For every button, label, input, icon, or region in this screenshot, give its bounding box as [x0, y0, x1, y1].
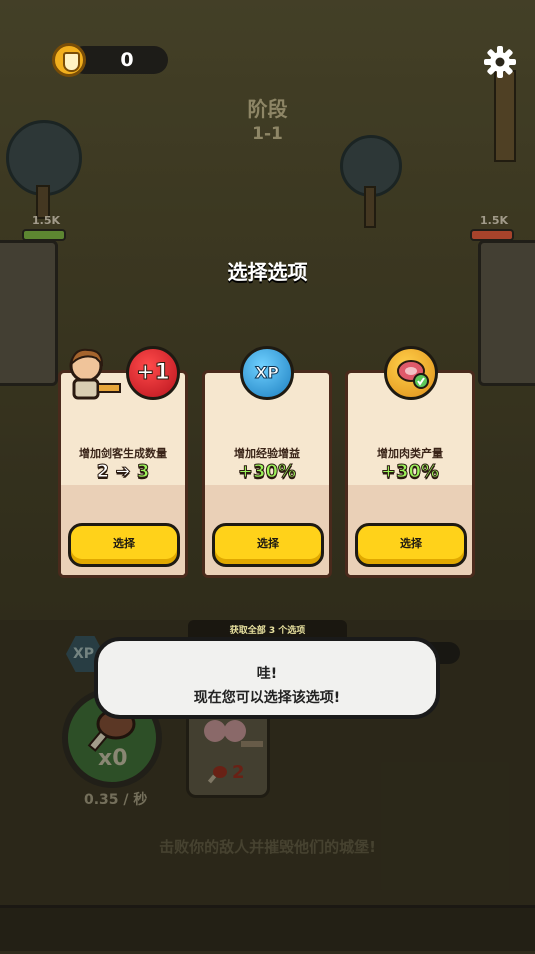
card-value: +30%: [380, 461, 440, 483]
card-description: 增加经验增益: [234, 447, 300, 460]
stage-label: 阶段: [247, 97, 288, 121]
xp-icon: XP: [240, 346, 294, 400]
plus-one-badge: +1: [126, 346, 180, 400]
coin-value: 0: [120, 49, 134, 71]
badge-label: +1: [136, 360, 171, 386]
swordsman-icon: [69, 348, 121, 400]
value-to: 3: [136, 461, 150, 483]
gear-icon[interactable]: [484, 46, 516, 78]
meat-icon: [397, 360, 429, 389]
dialog-title: 选择选项: [227, 260, 308, 284]
card-value: +30%: [237, 461, 297, 483]
badge-label: XP: [254, 363, 280, 383]
select-button-2[interactable]: 选择: [212, 523, 324, 567]
select-button-1[interactable]: 选择: [68, 523, 180, 567]
tutorial-line-1: 哇!: [256, 666, 278, 682]
card-value: 2 ➔ 3: [61, 461, 185, 483]
card-description: 增加剑客生成数量: [79, 447, 167, 460]
arrow-right-icon: ➔: [115, 461, 131, 483]
tutorial-bubble: 哇! 现在您可以选择该选项!: [94, 637, 440, 719]
option-card-xp[interactable]: 增加经验增益 +30% 选择: [202, 370, 332, 578]
option-card-meat[interactable]: 增加肉类产量 +30% 选择: [345, 370, 475, 578]
meat-boost-icon: [384, 346, 438, 400]
shield-coin-icon: [52, 43, 86, 77]
card-description: 增加肉类产量: [377, 447, 443, 460]
tutorial-line-2: 现在您可以选择该选项!: [193, 690, 341, 706]
value-from: 2: [96, 461, 110, 483]
stage-number: 1-1: [252, 124, 283, 144]
select-button-3[interactable]: 选择: [355, 523, 467, 567]
